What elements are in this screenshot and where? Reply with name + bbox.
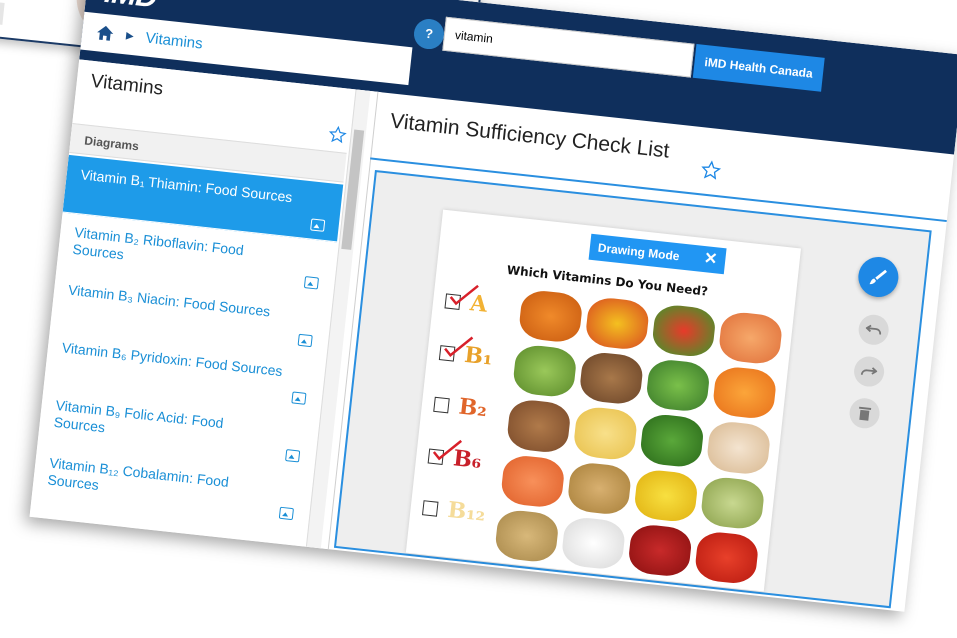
potatoes-image <box>566 460 633 517</box>
cheese-image <box>572 405 639 462</box>
vitamin-label: B₁₂ <box>446 496 487 527</box>
lobster-image <box>693 529 760 586</box>
carrots-image <box>517 288 584 345</box>
diagram-image: Drawing Mode ✕ Which Vitamins Do You Nee… <box>405 209 802 592</box>
sidebar: Vitamins Diagrams Vitamin B₁ Thiamin: Fo… <box>29 59 379 550</box>
star-icon[interactable] <box>700 159 722 181</box>
drawing-canvas[interactable]: Drawing Mode ✕ Which Vitamins Do You Nee… <box>333 170 932 609</box>
main-content: Vitamin Sufficiency Check List Drawing M… <box>328 92 954 612</box>
chevron-right-icon: ▶ <box>125 29 135 42</box>
image-icon <box>303 276 320 290</box>
sidebar-item-label: Vitamin B₂ Riboflavin: Food Sources <box>71 223 245 263</box>
checkbox <box>444 284 479 310</box>
vitamin-row: B₁ <box>438 332 495 378</box>
undo-button[interactable] <box>857 313 891 347</box>
drawing-mode-banner: Drawing Mode ✕ <box>588 233 727 275</box>
scrollbar-thumb[interactable] <box>341 129 365 250</box>
checkbox <box>433 396 450 413</box>
meat-image <box>627 522 694 579</box>
vitamin-row: A <box>443 280 489 324</box>
organization-button[interactable]: iMD Health Canada <box>692 43 825 92</box>
check-mark-icon <box>432 439 463 460</box>
vitamin-label: B₂ <box>457 393 489 423</box>
milk-image <box>560 515 627 571</box>
eggs-image <box>705 420 772 476</box>
sidebar-title: Vitamins <box>89 70 165 100</box>
mango-image <box>584 295 651 352</box>
bread-image <box>578 350 645 407</box>
vitamin-row: B₁₂ <box>421 487 488 534</box>
checkbox <box>438 336 474 362</box>
search-input[interactable] <box>442 16 695 78</box>
check-mark-icon <box>444 336 474 357</box>
salmon-image <box>499 453 566 509</box>
drawing-mode-label: Drawing Mode <box>597 240 681 264</box>
food-images <box>493 288 784 586</box>
image-icon <box>285 449 301 463</box>
peppers-image <box>650 303 717 359</box>
delete-button[interactable] <box>848 396 882 430</box>
asparagus-image <box>511 343 578 400</box>
image-icon <box>278 506 294 521</box>
broccoli-image <box>639 412 705 469</box>
brush-tool-button[interactable] <box>856 254 901 300</box>
bananas-image <box>633 467 700 524</box>
star-icon[interactable] <box>328 125 348 145</box>
grains-image <box>493 508 560 564</box>
checkbox <box>427 439 463 465</box>
oranges-image <box>711 365 778 421</box>
almonds-image <box>505 398 572 454</box>
sidebar-item-label: Vitamin B₁₂ Cobalamin: Food Sources <box>46 454 230 493</box>
pistachios-image <box>699 475 766 531</box>
trash-icon <box>859 406 872 421</box>
redo-button[interactable] <box>852 355 886 389</box>
vitamin-row: B₂ <box>432 384 489 430</box>
sidebar-item-label: Vitamin B₉ Folic Acid: Food Sources <box>53 396 225 436</box>
brush-icon <box>869 269 887 285</box>
app-window: iMD ? iMD Health Canada ▶ Vitamins Vitam… <box>29 0 957 612</box>
image-icon <box>297 333 313 348</box>
redo-icon <box>860 367 878 375</box>
undo-icon <box>865 324 882 335</box>
peas-image <box>644 358 711 414</box>
background-scrollbar <box>0 1 5 25</box>
logo[interactable]: iMD <box>103 0 158 15</box>
vitamin-row: B₆ <box>426 436 483 482</box>
peaches-image <box>717 310 784 366</box>
diagram-list: Vitamin B₁ Thiamin: Food Sources Vitamin… <box>31 154 344 531</box>
home-icon[interactable] <box>95 23 115 43</box>
check-mark-icon <box>449 284 479 305</box>
breadcrumb-current[interactable]: Vitamins <box>145 29 204 52</box>
help-button[interactable]: ? <box>412 17 446 51</box>
image-icon <box>310 218 326 232</box>
image-icon <box>291 391 307 405</box>
close-icon[interactable]: ✕ <box>702 246 718 273</box>
checkbox <box>422 499 439 517</box>
